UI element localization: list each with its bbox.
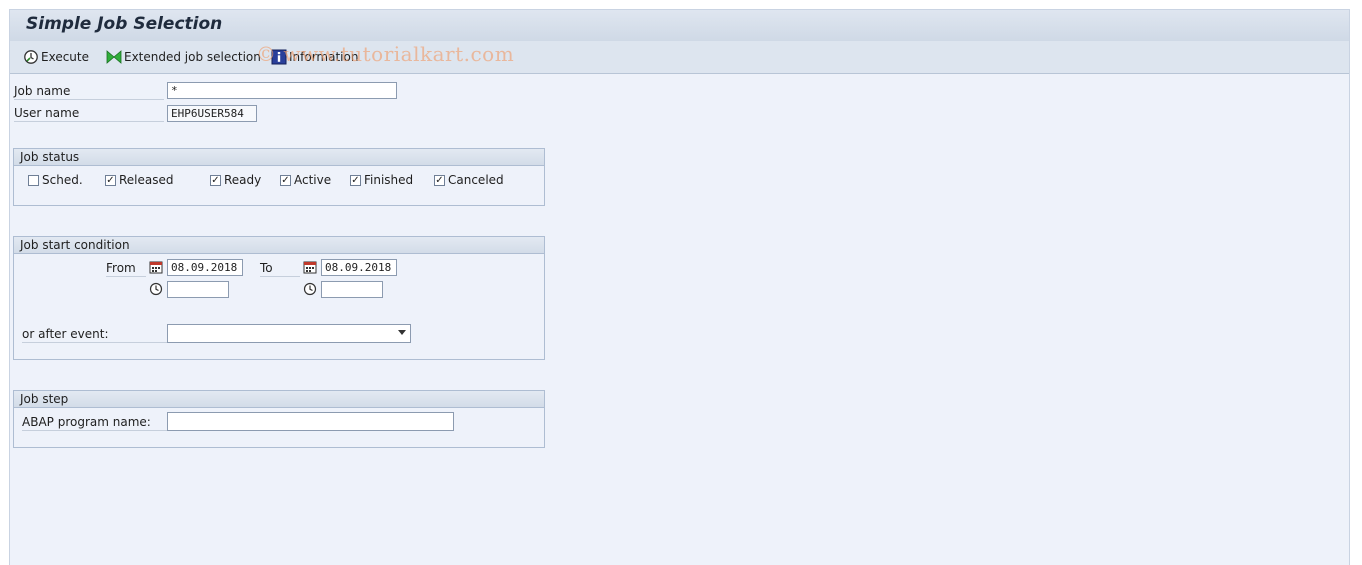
status-checkbox-label: Ready: [224, 173, 262, 187]
execute-button[interactable]: Execute: [23, 49, 89, 65]
status-checkbox-finished[interactable]: ✓ Finished: [350, 173, 413, 187]
job-start-condition-header: Job start condition: [14, 237, 544, 254]
execute-label: Execute: [41, 50, 89, 64]
watermark: © www.tutorialkart.com: [256, 42, 515, 66]
extended-job-selection-label: Extended job selection: [124, 50, 261, 64]
checkmark-icon[interactable]: ✓: [434, 174, 445, 186]
to-time-input[interactable]: [321, 281, 383, 298]
dropdown-arrow-icon[interactable]: [398, 330, 406, 335]
checkmark-icon[interactable]: ✓: [105, 174, 116, 186]
checkbox-empty-icon[interactable]: [28, 174, 39, 186]
status-checkbox-canceled[interactable]: ✓ Canceled: [434, 173, 504, 187]
job-name-label: Job name: [14, 84, 164, 100]
checkmark-icon[interactable]: ✓: [350, 174, 361, 186]
title-bar: Simple Job Selection: [10, 9, 1349, 42]
execute-icon: [24, 50, 38, 64]
status-checkbox-sched[interactable]: Sched.: [28, 173, 83, 187]
to-calendar-icon[interactable]: [303, 260, 317, 274]
checkmark-icon[interactable]: ✓: [280, 174, 291, 186]
to-clock-icon[interactable]: [303, 282, 317, 296]
user-name-label: User name: [14, 106, 164, 122]
abap-program-input[interactable]: [167, 412, 454, 431]
status-checkbox-label: Active: [294, 173, 332, 187]
user-name-input[interactable]: [167, 105, 257, 122]
main-frame: Simple Job Selection Execute Extended jo…: [9, 9, 1350, 565]
from-label: From: [106, 261, 146, 277]
from-date-input[interactable]: [167, 259, 243, 276]
job-step-header: Job step: [14, 391, 544, 408]
status-checkbox-released[interactable]: ✓ Released: [105, 173, 174, 187]
to-label: To: [260, 261, 300, 277]
job-name-input[interactable]: [167, 82, 397, 99]
checkmark-icon[interactable]: ✓: [210, 174, 221, 186]
to-date-input[interactable]: [321, 259, 397, 276]
job-status-header: Job status: [14, 149, 544, 166]
extended-job-selection-button[interactable]: Extended job selection: [106, 49, 261, 65]
from-calendar-icon[interactable]: [149, 260, 163, 274]
status-checkbox-label: Released: [119, 173, 174, 187]
status-checkbox-label: Finished: [364, 173, 414, 187]
after-event-dropdown[interactable]: [167, 324, 411, 343]
status-checkbox-ready[interactable]: ✓ Ready: [210, 173, 261, 187]
extended-selection-icon: [106, 50, 122, 64]
status-checkbox-label: Sched.: [42, 173, 83, 187]
page-title: Simple Job Selection: [26, 14, 223, 34]
from-time-input[interactable]: [167, 281, 229, 298]
status-checkbox-label: Canceled: [448, 173, 504, 187]
from-clock-icon[interactable]: [149, 282, 163, 296]
after-event-label: or after event:: [22, 327, 168, 343]
application-toolbar: Execute Extended job selection Informati…: [10, 41, 1349, 74]
abap-program-label: ABAP program name:: [22, 415, 168, 431]
status-checkbox-active[interactable]: ✓ Active: [280, 173, 331, 187]
